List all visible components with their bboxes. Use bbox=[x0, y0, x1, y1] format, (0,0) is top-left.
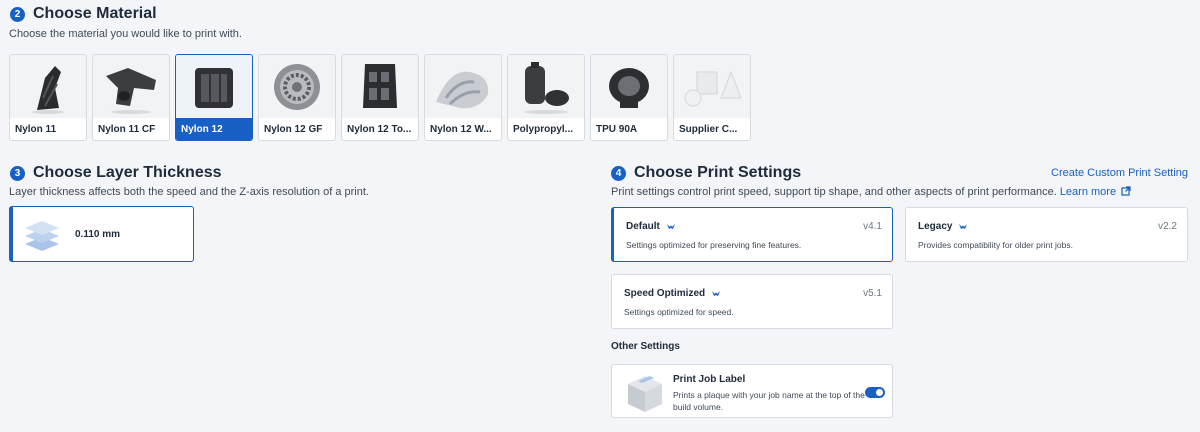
section-title: Choose Material bbox=[33, 5, 157, 22]
material-card-nylon-12[interactable]: Nylon 12 bbox=[175, 54, 253, 141]
formlabs-logo-icon bbox=[712, 290, 721, 296]
section-subtitle: Layer thickness affects both the speed a… bbox=[9, 186, 369, 198]
material-image bbox=[10, 55, 86, 118]
print-setting-version: v2.2 bbox=[1158, 221, 1177, 232]
section-subtitle: Print settings control print speed, supp… bbox=[611, 186, 1131, 198]
material-card-nylon-12-tough[interactable]: Nylon 12 To... bbox=[341, 54, 419, 141]
material-header: 2 Choose Material bbox=[10, 5, 157, 23]
section-title: Choose Print Settings bbox=[634, 164, 802, 181]
print-setting-default[interactable]: Default v4.1 Settings optimized for pres… bbox=[611, 207, 893, 262]
material-image bbox=[674, 55, 750, 118]
create-custom-print-setting-link[interactable]: Create Custom Print Setting bbox=[1051, 167, 1188, 179]
print-job-label-toggle[interactable] bbox=[865, 387, 885, 398]
print-job-label-card: Print Job Label Prints a plaque with you… bbox=[611, 364, 893, 418]
other-settings-heading: Other Settings bbox=[611, 341, 680, 352]
material-list: Nylon 11 Nylon 11 CF Nylon 12 Nylon 12 G… bbox=[9, 54, 751, 141]
print-settings-description: Print settings control print speed, supp… bbox=[611, 186, 1057, 198]
learn-more-link[interactable]: Learn more bbox=[1060, 186, 1131, 198]
material-label: Nylon 12 bbox=[176, 118, 252, 140]
material-label: Nylon 11 bbox=[15, 124, 57, 135]
material-label: TPU 90A bbox=[596, 124, 638, 135]
material-label: Nylon 12 To... bbox=[347, 124, 412, 135]
material-label: Nylon 12 W... bbox=[430, 124, 492, 135]
material-label: Polypropyl... bbox=[513, 124, 574, 135]
material-label: Nylon 12 GF bbox=[264, 124, 323, 135]
material-card-nylon-11-cf[interactable]: Nylon 11 CF bbox=[92, 54, 170, 141]
material-image bbox=[508, 55, 584, 118]
layer-thickness-option[interactable]: 0.110 mm bbox=[9, 206, 194, 262]
material-image bbox=[259, 55, 335, 118]
section-subtitle: Choose the material you would like to pr… bbox=[9, 28, 242, 40]
print-setting-name-group: Default bbox=[626, 221, 676, 232]
print-settings-header: 4 Choose Print Settings bbox=[611, 164, 801, 182]
formlabs-logo-icon bbox=[666, 223, 675, 229]
print-setting-name-group: Legacy bbox=[918, 221, 968, 232]
layer-header: 3 Choose Layer Thickness bbox=[10, 164, 222, 182]
material-card-nylon-12-white[interactable]: Nylon 12 W... bbox=[424, 54, 502, 141]
layer-thickness-value: 0.110 mm bbox=[75, 228, 121, 240]
step-number-badge: 4 bbox=[611, 165, 626, 181]
material-card-polypropylene[interactable]: Polypropyl... bbox=[507, 54, 585, 141]
print-setting-description: Settings optimized for speed. bbox=[624, 307, 734, 317]
print-job-label-title: Print Job Label bbox=[673, 374, 746, 385]
external-link-icon bbox=[1121, 186, 1131, 196]
material-image bbox=[93, 55, 169, 118]
material-card-nylon-12-gf[interactable]: Nylon 12 GF bbox=[258, 54, 336, 141]
step-number-badge: 2 bbox=[10, 6, 25, 22]
material-card-supplier-certified[interactable]: Supplier C... bbox=[673, 54, 751, 141]
print-setting-version: v4.1 bbox=[863, 221, 882, 232]
material-card-nylon-11[interactable]: Nylon 11 bbox=[9, 54, 87, 141]
section-title: Choose Layer Thickness bbox=[33, 164, 222, 181]
label-cube-icon bbox=[628, 376, 662, 412]
print-job-label-description: Prints a plaque with your job name at th… bbox=[673, 390, 865, 412]
step-number-badge: 3 bbox=[10, 165, 25, 181]
print-setting-version: v5.1 bbox=[863, 288, 882, 299]
material-label: Nylon 11 CF bbox=[98, 124, 156, 135]
toggle-knob bbox=[876, 389, 883, 396]
material-image bbox=[176, 55, 252, 118]
material-card-tpu-90a[interactable]: TPU 90A bbox=[590, 54, 668, 141]
material-image bbox=[342, 55, 418, 118]
formlabs-logo-icon bbox=[959, 223, 968, 229]
learn-more-label: Learn more bbox=[1059, 186, 1117, 198]
print-setting-description: Provides compatibility for older print j… bbox=[918, 240, 1073, 250]
print-setting-name-group: Speed Optimized bbox=[624, 288, 721, 299]
print-setting-speed-optimized[interactable]: Speed Optimized v5.1 Settings optimized … bbox=[611, 274, 893, 329]
print-setting-name: Default bbox=[626, 221, 660, 232]
print-setting-legacy[interactable]: Legacy v2.2 Provides compatibility for o… bbox=[905, 207, 1188, 262]
material-label: Supplier C... bbox=[679, 124, 738, 135]
material-image bbox=[425, 55, 501, 118]
layers-icon bbox=[25, 221, 59, 251]
print-setting-name: Legacy bbox=[918, 221, 953, 232]
material-image bbox=[591, 55, 667, 118]
print-setting-description: Settings optimized for preserving fine f… bbox=[626, 240, 802, 250]
print-setting-name: Speed Optimized bbox=[624, 288, 706, 299]
